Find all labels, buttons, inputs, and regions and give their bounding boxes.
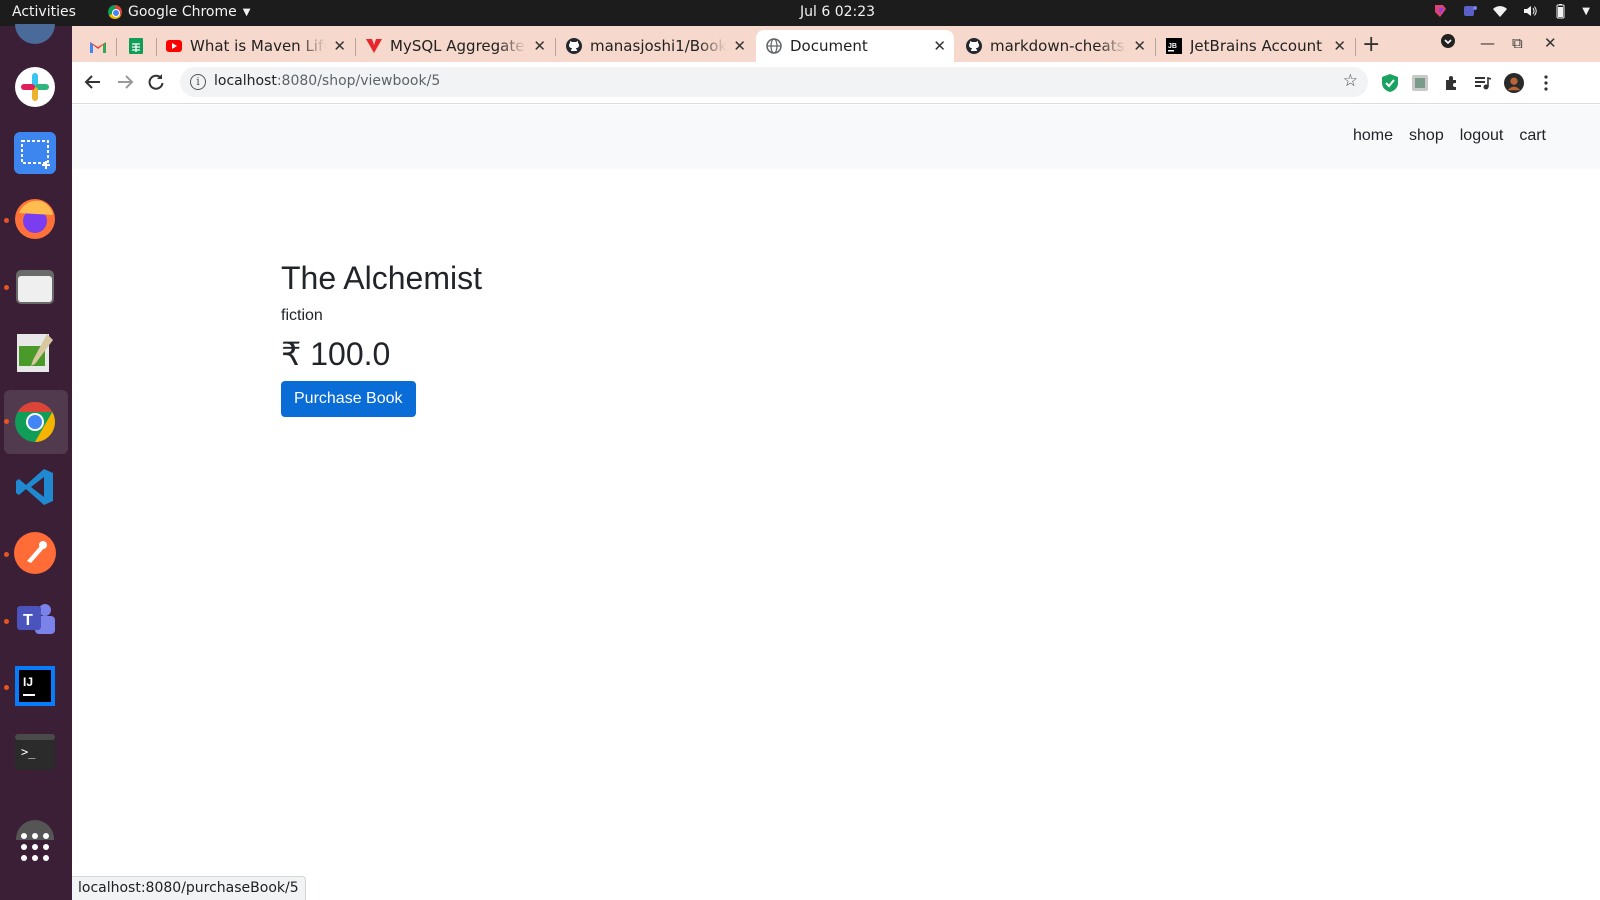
kebab-menu-icon[interactable] xyxy=(1536,73,1556,93)
nav-logout-link[interactable]: logout xyxy=(1460,127,1504,145)
chrome-icon[interactable] xyxy=(12,399,58,445)
files-icon[interactable] xyxy=(12,263,58,309)
svg-text:IJ: IJ xyxy=(23,675,33,689)
terminal-icon[interactable]: >_ xyxy=(12,729,58,775)
system-tray[interactable]: ▼ xyxy=(1432,3,1590,19)
tab-title: markdown-cheatshe xyxy=(990,37,1126,55)
extension-icon[interactable] xyxy=(1410,73,1430,93)
chrome-icon xyxy=(108,5,122,19)
site-navbar: home shop logout cart xyxy=(72,105,1600,169)
tab-gmail[interactable] xyxy=(80,30,114,62)
profile-avatar[interactable] xyxy=(1504,73,1524,93)
teams-icon[interactable]: T xyxy=(12,597,58,643)
svg-text:T: T xyxy=(23,612,33,629)
book-genre: fiction xyxy=(281,307,323,324)
shield-extension-icon[interactable] xyxy=(1380,73,1400,93)
screenshot-tool-icon[interactable] xyxy=(12,130,58,176)
app-indicator-icon[interactable] xyxy=(1432,3,1448,19)
volume-icon[interactable] xyxy=(1522,3,1538,19)
close-icon[interactable]: ✕ xyxy=(1133,37,1146,55)
back-button[interactable] xyxy=(82,71,104,93)
svg-text:>_: >_ xyxy=(21,745,36,759)
close-window-icon[interactable]: ✕ xyxy=(1544,34,1557,52)
github-icon xyxy=(566,38,582,54)
tab-title: What is Maven Lifecy xyxy=(190,37,326,55)
running-indicator xyxy=(4,685,9,690)
tab-github-bookstore[interactable]: manasjoshi1/BookSt ✕ xyxy=(556,30,754,62)
svg-text:JB: JB xyxy=(1168,43,1177,50)
book-title: The Alchemist xyxy=(281,260,482,296)
minimize-icon[interactable]: — xyxy=(1480,34,1495,52)
chrome-window: What is Maven Lifecy ✕ MySQL Aggregate F… xyxy=(72,26,1600,900)
book-details: The Alchemist fiction ₹ 100.0 Purchase B… xyxy=(281,260,482,417)
globe-icon xyxy=(766,38,782,54)
app-menu[interactable]: Google Chrome ▼ xyxy=(108,4,250,20)
page-viewport: home shop logout cart The Alchemist fict… xyxy=(72,105,1600,900)
sheets-icon xyxy=(128,38,144,54)
restore-icon[interactable]: ⧉ xyxy=(1512,34,1523,52)
partial-app-icon[interactable] xyxy=(12,18,58,64)
vivaldi-icon xyxy=(366,38,382,54)
reload-button[interactable] xyxy=(145,71,167,93)
tab-document-active[interactable]: Document ✕ xyxy=(756,30,954,62)
tab-maven[interactable]: What is Maven Lifecy ✕ xyxy=(156,30,354,62)
vscode-icon[interactable] xyxy=(12,464,58,510)
close-icon[interactable]: ✕ xyxy=(733,37,746,55)
chevron-down-icon: ▼ xyxy=(242,6,251,18)
app-menu-label: Google Chrome xyxy=(128,4,237,20)
address-bar[interactable]: i localhost:8080/shop/viewbook/5 ☆ xyxy=(180,67,1368,97)
close-icon[interactable]: ✕ xyxy=(333,37,346,55)
tab-title: JetBrains Account xyxy=(1190,37,1323,55)
dock: T IJ >_ xyxy=(0,24,72,900)
running-indicator xyxy=(4,419,9,424)
tab-title: Document xyxy=(790,37,868,55)
tab-title: MySQL Aggregate Fu xyxy=(390,37,526,55)
book-price: ₹ 100.0 xyxy=(281,336,391,372)
nav-cart-link[interactable]: cart xyxy=(1519,127,1546,145)
url-text[interactable]: localhost:8080/shop/viewbook/5 xyxy=(214,73,440,89)
tab-markdown-cheatsheet[interactable]: markdown-cheatshe ✕ xyxy=(956,30,1154,62)
tab-sheets[interactable] xyxy=(118,30,154,62)
bookmark-star-icon[interactable]: ☆ xyxy=(1343,71,1358,91)
puzzle-extensions-icon[interactable] xyxy=(1442,73,1462,93)
teams-tray-icon[interactable] xyxy=(1462,3,1478,19)
text-editor-icon[interactable] xyxy=(12,329,58,375)
running-indicator xyxy=(4,218,9,223)
wifi-icon[interactable] xyxy=(1492,3,1508,19)
battery-icon[interactable] xyxy=(1552,3,1568,19)
gmail-icon xyxy=(90,38,106,54)
running-indicator xyxy=(4,619,9,624)
link-status-bar: localhost:8080/purchaseBook/5 xyxy=(72,876,306,900)
close-icon[interactable]: ✕ xyxy=(533,37,546,55)
nav-shop-link[interactable]: shop xyxy=(1409,127,1444,145)
jetbrains-icon: JB xyxy=(1166,38,1182,54)
firefox-icon[interactable] xyxy=(12,196,58,242)
close-icon[interactable]: ✕ xyxy=(1333,37,1346,55)
purchase-book-button[interactable]: Purchase Book xyxy=(281,381,416,417)
media-controls-icon[interactable] xyxy=(1472,73,1492,93)
running-indicator xyxy=(4,552,9,557)
tab-search-button[interactable] xyxy=(1440,33,1456,53)
postman-icon[interactable] xyxy=(12,530,58,576)
chevron-down-icon[interactable]: ▼ xyxy=(1582,6,1590,17)
show-applications-icon[interactable] xyxy=(12,824,58,870)
youtube-icon xyxy=(166,38,182,54)
nav-home-link[interactable]: home xyxy=(1353,127,1393,145)
slack-icon[interactable] xyxy=(12,64,58,110)
tab-jetbrains[interactable]: JB JetBrains Account ✕ xyxy=(1156,30,1354,62)
nav-links: home shop logout cart xyxy=(1353,127,1546,145)
intellij-icon[interactable]: IJ xyxy=(12,663,58,709)
close-icon[interactable]: ✕ xyxy=(933,37,946,55)
browser-toolbar: i localhost:8080/shop/viewbook/5 ☆ xyxy=(72,62,1600,104)
github-icon xyxy=(966,38,982,54)
running-indicator xyxy=(4,285,9,290)
site-info-icon[interactable]: i xyxy=(190,74,206,90)
tab-mysql[interactable]: MySQL Aggregate Fu ✕ xyxy=(356,30,554,62)
clock[interactable]: Jul 6 02:23 xyxy=(800,4,875,20)
forward-button[interactable] xyxy=(114,71,136,93)
system-top-bar: Activities Google Chrome ▼ Jul 6 02:23 ▼ xyxy=(0,0,1600,26)
new-tab-button[interactable]: + xyxy=(1362,32,1380,57)
tab-title: manasjoshi1/BookSt xyxy=(590,37,726,55)
tab-strip: What is Maven Lifecy ✕ MySQL Aggregate F… xyxy=(72,26,1600,62)
